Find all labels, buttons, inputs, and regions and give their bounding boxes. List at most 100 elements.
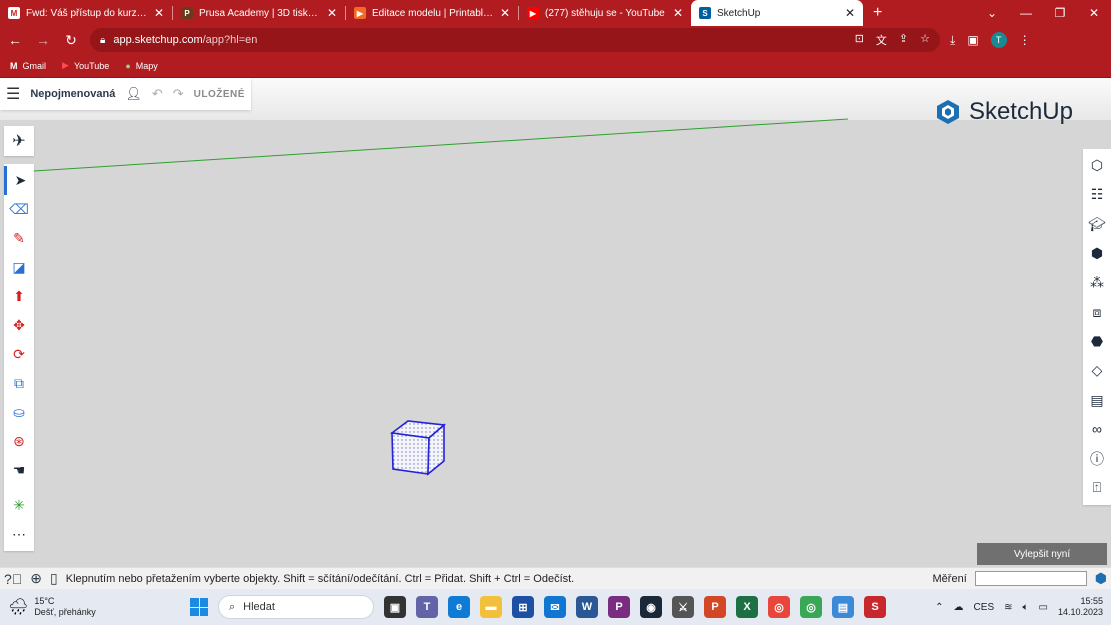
weather-temperature: 15°C: [34, 596, 55, 606]
profile-avatar[interactable]: T: [990, 32, 1007, 48]
export-button[interactable]: ⍐: [1083, 473, 1111, 502]
move-tool[interactable]: ✥: [4, 311, 34, 340]
animation-button[interactable]: ▤: [1083, 385, 1111, 414]
clock[interactable]: 15:55 14.10.2023: [1058, 596, 1103, 618]
task-view-icon[interactable]: ▣: [384, 596, 406, 618]
maximize-button[interactable]: ❐: [1043, 0, 1077, 26]
close-window-button[interactable]: ✕: [1077, 0, 1111, 26]
model-info-button[interactable]: ⓘ: [1083, 444, 1111, 473]
upgrade-button[interactable]: Vylepšit nyní: [977, 543, 1107, 565]
bookmark-label: Mapy: [135, 60, 158, 71]
search-tool-button[interactable]: ✈︎: [4, 126, 34, 156]
close-icon[interactable]: ✕: [154, 6, 164, 20]
download-icon[interactable]: ⤓: [950, 33, 955, 48]
new-tab-button[interactable]: +: [873, 0, 882, 26]
tab-printables[interactable]: ▶ Editace modelu | Printables.com ✕: [346, 0, 518, 26]
steam-icon[interactable]: ◉: [640, 596, 662, 618]
add-user-icon[interactable]: 👤︎: [125, 86, 142, 102]
document-title[interactable]: Nepojmenovaná: [30, 88, 115, 100]
rotate-tool[interactable]: ⟳: [4, 340, 34, 369]
weather-widget[interactable]: 🌧︎ 15°C Dešť, přehánky: [8, 596, 208, 618]
close-icon[interactable]: ✕: [673, 6, 683, 20]
push-pull-tool[interactable]: ⬆︎: [4, 282, 34, 311]
reload-button[interactable]: ↻: [62, 32, 80, 49]
bookmark-youtube[interactable]: ▶ YouTube: [62, 60, 109, 71]
windows-start-icon[interactable]: [190, 598, 208, 616]
display-button[interactable]: ∞: [1083, 415, 1111, 444]
tab-title: Editace modelu | Printables.com: [372, 7, 494, 19]
pan-tool[interactable]: ☚: [4, 456, 34, 485]
tab-gmail[interactable]: M Fwd: Váš přístup do kurzu Prusa ✕: [0, 0, 172, 26]
language-indicator[interactable]: CES: [974, 602, 995, 613]
clock-date: 14.10.2023: [1057, 607, 1103, 617]
store-icon[interactable]: ⊞: [512, 596, 534, 618]
graduation-cap-icon: 🎓︎: [1088, 215, 1106, 232]
install-app-icon[interactable]: ⊡: [855, 32, 864, 48]
minimize-button[interactable]: —: [1009, 0, 1043, 26]
mouse-icon[interactable]: ▯: [50, 570, 58, 587]
bookmark-gmail[interactable]: M Gmail: [10, 61, 46, 71]
side-panel-icon[interactable]: ▣: [967, 33, 978, 47]
wifi-icon[interactable]: ≋: [1004, 602, 1012, 613]
rectangle-tool[interactable]: ◪: [4, 253, 34, 282]
eraser-tool[interactable]: ⌫: [4, 195, 34, 224]
battery-icon[interactable]: ▭: [1039, 602, 1048, 613]
site-info-icon[interactable]: 🔒︎: [100, 35, 105, 46]
orbit-tool[interactable]: ⊛: [4, 427, 34, 456]
cloud-icon[interactable]: ☁: [954, 602, 964, 613]
volume-icon[interactable]: 🔈︎: [1023, 602, 1029, 613]
paint-bucket-tool[interactable]: ⛀: [4, 398, 34, 427]
close-icon[interactable]: ✕: [845, 6, 855, 20]
word-icon[interactable]: W: [576, 596, 598, 618]
mail-icon[interactable]: ✉: [544, 596, 566, 618]
redo-icon[interactable]: ↷: [173, 86, 184, 102]
prusaslicer-icon[interactable]: P: [608, 596, 630, 618]
instructor-button[interactable]: 🎓︎: [1083, 210, 1111, 239]
excel-icon[interactable]: X: [736, 596, 758, 618]
globe-icon[interactable]: ⊕: [30, 570, 42, 587]
outliner-button[interactable]: ☷: [1083, 180, 1111, 209]
bookmark-star-icon[interactable]: ☆: [920, 32, 930, 48]
close-icon[interactable]: ✕: [327, 6, 337, 20]
translate-icon[interactable]: 文: [876, 32, 887, 48]
3d-viewport[interactable]: [0, 78, 1111, 567]
teams-icon[interactable]: T: [416, 596, 438, 618]
undo-icon[interactable]: ↶: [152, 86, 163, 102]
components-button[interactable]: ⬢: [1083, 239, 1111, 268]
cube-model[interactable]: [389, 420, 446, 476]
tab-search-icon[interactable]: ⌄: [975, 0, 1009, 26]
tab-sketchup[interactable]: S SketchUp ✕: [691, 0, 863, 26]
chevron-up-icon[interactable]: ⌃: [935, 602, 943, 613]
game-icon[interactable]: ⚔: [672, 596, 694, 618]
hamburger-menu-icon[interactable]: ☰: [6, 84, 20, 104]
close-icon[interactable]: ✕: [500, 6, 510, 20]
bookmark-mapy[interactable]: ● Mapy: [125, 61, 157, 71]
entity-info-button[interactable]: ⬡: [1083, 151, 1111, 180]
back-button[interactable]: ←: [6, 32, 24, 48]
help-icon[interactable]: ?⃝: [4, 571, 22, 587]
scale-tool[interactable]: ⧉: [4, 369, 34, 398]
kebab-menu-icon[interactable]: ⋮: [1019, 33, 1031, 47]
tab-youtube[interactable]: ▶ (277) stěhuju se - YouTube ✕: [519, 0, 691, 26]
forward-button[interactable]: →: [34, 32, 52, 48]
measurements-input[interactable]: [974, 571, 1087, 586]
url-input[interactable]: 🔒︎ app.sketchup.com/app?hl=en ⊡ 文 ⇪ ☆: [90, 28, 940, 52]
notepad-icon[interactable]: ▤: [832, 596, 854, 618]
materials-button[interactable]: ⁂: [1083, 268, 1111, 297]
sketchup-taskbar-icon[interactable]: S: [864, 596, 886, 618]
file-explorer-icon[interactable]: ▬: [480, 596, 502, 618]
chrome-profile-icon[interactable]: ◎: [800, 596, 822, 618]
scenes-button[interactable]: ⬣: [1083, 327, 1111, 356]
taskbar-search[interactable]: ⌕ Hledat: [218, 595, 374, 619]
edge-icon[interactable]: e: [448, 596, 470, 618]
axes-tool[interactable]: ✳︎: [4, 491, 34, 520]
more-tools-button[interactable]: ⋯: [4, 520, 34, 549]
chrome-icon[interactable]: ◎: [768, 596, 790, 618]
styles-button[interactable]: ⧈: [1083, 297, 1111, 326]
select-tool[interactable]: ➤: [4, 166, 34, 195]
powerpoint-icon[interactable]: P: [704, 596, 726, 618]
tags-button[interactable]: ◇: [1083, 356, 1111, 385]
pencil-tool[interactable]: ✎: [4, 224, 34, 253]
tab-prusa[interactable]: P Prusa Academy | 3D tiskárny Ori ✕: [173, 0, 345, 26]
share-icon[interactable]: ⇪: [899, 32, 908, 48]
